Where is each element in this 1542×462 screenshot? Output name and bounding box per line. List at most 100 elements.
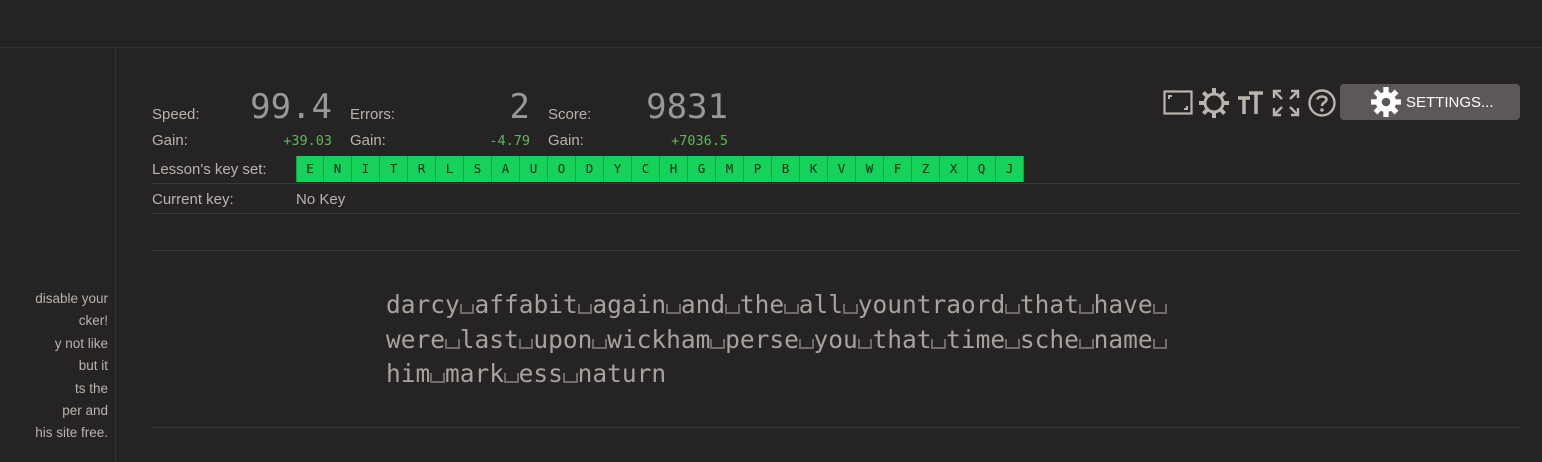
space-marker: [592, 338, 608, 349]
space-marker: [784, 304, 799, 314]
space-marker: [857, 338, 873, 349]
space-marker: [562, 373, 578, 383]
key-cell: B: [772, 156, 800, 182]
lesson-word: darcy: [386, 290, 460, 319]
key-cell: S: [464, 156, 492, 182]
key-cell: W: [856, 156, 884, 182]
keyset-label: Lesson's key set:: [152, 161, 267, 178]
space-marker: [518, 338, 534, 349]
key-cell: I: [352, 156, 380, 182]
score-gain-value: +7036.5: [671, 133, 728, 149]
errors-label: Errors:: [350, 106, 395, 123]
speed-value: 99.4: [250, 87, 332, 127]
lesson-word: were: [386, 324, 446, 354]
divider: [152, 427, 1520, 428]
space-marker: [1152, 338, 1168, 349]
score-label: Score:: [548, 106, 592, 123]
left-sidebar: disable your cker! y not like but it ts …: [0, 48, 116, 462]
lesson-word: affabit: [474, 290, 578, 319]
lesson-word: that: [872, 324, 932, 354]
space-marker: [459, 304, 475, 314]
key-cell: O: [548, 156, 576, 182]
key-cell: A: [492, 156, 520, 182]
key-cell: E: [296, 156, 324, 182]
key-cell: L: [436, 156, 464, 182]
space-marker: [503, 373, 519, 383]
space-marker: [666, 304, 681, 314]
lesson-text[interactable]: darcy affabit again and the all yountraord that…: [386, 288, 1286, 392]
lesson-word: that: [1019, 290, 1079, 319]
speed-gain-value: +39.03: [283, 133, 332, 149]
lesson-word: and: [680, 290, 726, 319]
lesson-word: all: [798, 290, 844, 319]
key-cell: F: [884, 156, 912, 182]
key-cell: C: [632, 156, 660, 182]
window-frame-icon[interactable]: [1163, 88, 1193, 118]
key-cell: V: [828, 156, 856, 182]
lesson-word: wickham: [607, 324, 711, 354]
lesson-line: darcy affabit again and the all yountraord that…: [386, 288, 1286, 323]
key-cell: R: [408, 156, 436, 182]
space-marker: [1152, 304, 1168, 314]
key-cell: K: [800, 156, 828, 182]
lesson-word: yountraord: [857, 290, 1006, 319]
lesson-word: naturn: [577, 359, 667, 388]
key-cell: D: [576, 156, 604, 182]
divider: [152, 213, 1520, 214]
errors-gain-value: -4.79: [489, 133, 530, 149]
errors-value: 2: [509, 87, 530, 127]
key-cell: X: [940, 156, 968, 182]
lesson-line: were last upon wickham perse you that time sche n…: [386, 323, 1286, 358]
key-cell: Q: [968, 156, 996, 182]
adblock-notice-line: y not like: [54, 335, 108, 351]
lesson-word: the: [739, 290, 785, 319]
lesson-word: perse: [725, 324, 799, 354]
help-icon[interactable]: [1307, 88, 1337, 118]
space-marker: [445, 338, 460, 349]
speed-gain-label: Gain:: [152, 132, 188, 149]
font-size-icon[interactable]: [1235, 88, 1265, 118]
space-marker: [798, 338, 814, 349]
lesson-word: mark: [444, 359, 504, 388]
divider: [152, 250, 1520, 251]
settings-button-label: SETTINGS...: [1406, 93, 1494, 111]
lesson-line: him mark ess naturn: [386, 357, 1286, 392]
gear-icon: [1370, 86, 1402, 118]
lesson-word: you: [813, 324, 858, 354]
current-key-value: No Key: [296, 191, 346, 208]
lesson-word: name: [1093, 324, 1153, 354]
fullscreen-icon[interactable]: [1271, 88, 1301, 118]
current-key-label: Current key:: [152, 191, 234, 208]
key-cell: H: [660, 156, 688, 182]
top-bar: [0, 0, 1542, 48]
key-cell: Z: [912, 156, 940, 182]
lesson-keyset: ENITRLSAUODYCHGMPBKVWFZXQJ: [296, 156, 1024, 182]
space-marker: [931, 338, 947, 349]
divider: [152, 183, 1520, 184]
lesson-word: time: [946, 324, 1006, 354]
adblock-notice-line: cker!: [78, 313, 108, 329]
speed-label: Speed:: [152, 106, 200, 123]
score-gain-label: Gain:: [548, 132, 584, 149]
space-marker: [710, 338, 726, 349]
space-marker: [1078, 304, 1094, 314]
key-cell: J: [996, 156, 1024, 182]
key-cell: P: [744, 156, 772, 182]
key-cell: U: [520, 156, 548, 182]
adblock-notice: disable your cker! y not like but it ts …: [0, 288, 108, 445]
lesson-word: upon: [533, 324, 593, 354]
space-marker: [1005, 338, 1020, 349]
adblock-notice-line: his site free.: [35, 425, 108, 441]
space-marker: [577, 304, 593, 314]
adblock-notice-line: disable your: [35, 291, 108, 306]
settings-button[interactable]: SETTINGS...: [1340, 84, 1520, 120]
lesson-word: again: [592, 290, 667, 319]
space-marker: [1005, 304, 1020, 314]
lesson-word: him: [386, 359, 431, 388]
space-marker: [430, 373, 445, 383]
score-value: 9831: [646, 87, 728, 127]
brightness-icon[interactable]: [1199, 88, 1229, 118]
lesson-word: ess: [518, 359, 563, 388]
lesson-word: have: [1093, 290, 1153, 319]
lesson-word: sche: [1019, 324, 1079, 354]
